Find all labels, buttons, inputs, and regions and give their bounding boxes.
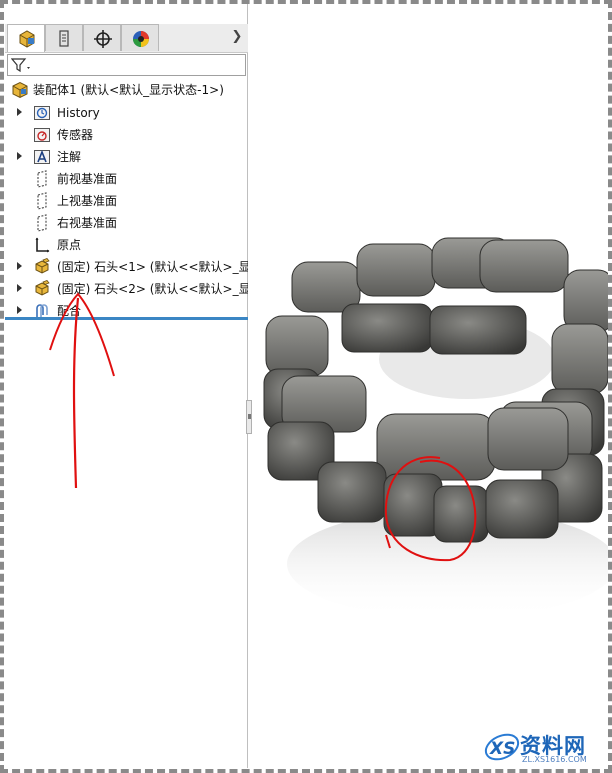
watermark-url: ZL.XS1616.COM [522,755,587,764]
watermark-logo: XS 资料网 ZL.XS1616.COM [482,726,608,768]
xs-logo-icon: XS [484,733,520,761]
hand-drawn-annotations [49,292,477,562]
svg-text:XS: XS [489,739,515,759]
